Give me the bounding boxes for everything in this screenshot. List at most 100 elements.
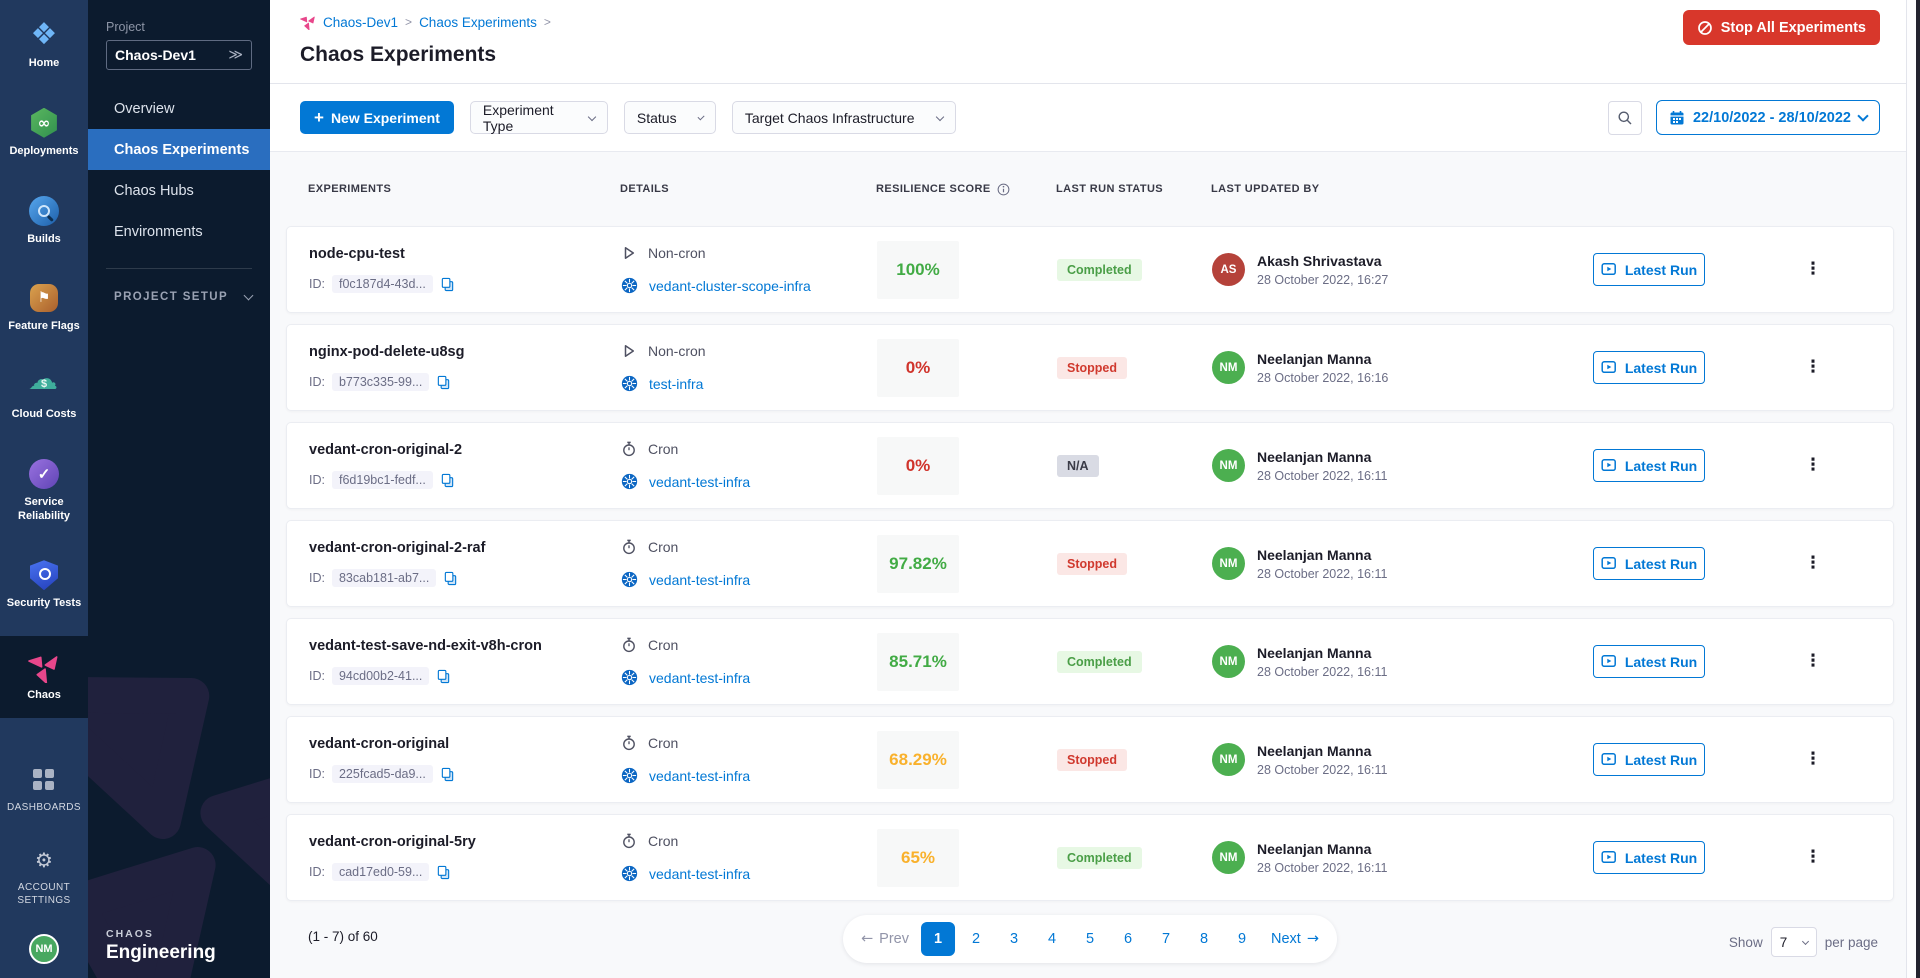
- id-label: ID:: [309, 473, 325, 487]
- infrastructure-link[interactable]: vedant-cluster-scope-infra: [649, 278, 811, 294]
- infrastructure-link[interactable]: vedant-test-infra: [649, 866, 750, 882]
- experiment-row[interactable]: vedant-test-save-nd-exit-v8h-cron ID: 94…: [286, 618, 1894, 705]
- project-setup-toggle[interactable]: PROJECT SETUP: [88, 291, 270, 303]
- module-dashboards[interactable]: DASHBOARDS: [0, 753, 88, 826]
- page-button-8[interactable]: 8: [1187, 922, 1221, 956]
- copy-id-button[interactable]: [436, 865, 451, 880]
- page-button-2[interactable]: 2: [959, 922, 993, 956]
- module-deployments[interactable]: ∞ Deployments: [0, 96, 88, 170]
- page-size-select[interactable]: 7: [1771, 927, 1817, 957]
- next-page-button[interactable]: Next →: [1263, 922, 1327, 956]
- module-account-settings[interactable]: ⚙ ACCOUNT SETTINGS: [0, 833, 88, 918]
- experiment-id-row: ID: 225fcad5-da9...: [309, 765, 621, 783]
- copy-id-button[interactable]: [440, 277, 455, 292]
- kebab-menu-icon[interactable]: ⋮: [1795, 257, 1832, 282]
- search-button[interactable]: [1608, 101, 1642, 135]
- infrastructure-link[interactable]: test-infra: [649, 376, 703, 392]
- score-cell: 0%: [877, 339, 1057, 397]
- page-button-1[interactable]: 1: [921, 922, 955, 956]
- id-label: ID:: [309, 669, 325, 683]
- page-button-4[interactable]: 4: [1035, 922, 1069, 956]
- page-button-6[interactable]: 6: [1111, 922, 1145, 956]
- nav-item-chaos-hubs[interactable]: Chaos Hubs: [88, 170, 270, 211]
- user-info: Neelanjan Manna 28 October 2022, 16:11: [1257, 449, 1387, 483]
- infrastructure-link[interactable]: vedant-test-infra: [649, 670, 750, 686]
- info-icon[interactable]: [997, 183, 1010, 196]
- prev-label: Prev: [879, 931, 909, 947]
- experiment-row[interactable]: vedant-cron-original ID: 225fcad5-da9...: [286, 716, 1894, 803]
- page-button-9[interactable]: 9: [1225, 922, 1259, 956]
- experiment-row[interactable]: vedant-cron-original-2 ID: f6d19bc1-fedf…: [286, 422, 1894, 509]
- kebab-menu-icon[interactable]: ⋮: [1795, 649, 1832, 674]
- scrollbar-track[interactable]: [1906, 0, 1920, 978]
- copy-id-button[interactable]: [440, 473, 455, 488]
- details-cell: Cron vedant-test-infra: [621, 637, 877, 686]
- user-info: Neelanjan Manna 28 October 2022, 16:11: [1257, 645, 1387, 679]
- kebab-menu-icon[interactable]: ⋮: [1795, 355, 1832, 380]
- dashboards-icon: [33, 769, 55, 791]
- copy-icon: [436, 865, 451, 880]
- new-experiment-button[interactable]: + New Experiment: [300, 101, 454, 134]
- prev-page-button[interactable]: ← Prev: [853, 922, 917, 956]
- stop-icon: [1697, 20, 1713, 36]
- target-infrastructure-filter[interactable]: Target Chaos Infrastructure: [732, 101, 956, 134]
- latest-run-button[interactable]: Latest Run: [1593, 743, 1705, 776]
- breadcrumb-project-link[interactable]: Chaos-Dev1: [323, 15, 398, 30]
- module-feature-flags[interactable]: ⚑ Feature Flags: [0, 271, 88, 345]
- latest-run-button[interactable]: Latest Run: [1593, 253, 1705, 286]
- project-selector[interactable]: Chaos-Dev1 ≫: [106, 40, 252, 70]
- infrastructure-link[interactable]: vedant-test-infra: [649, 572, 750, 588]
- page-buttons: 123456789: [921, 922, 1259, 956]
- infrastructure-link[interactable]: vedant-test-infra: [649, 474, 750, 490]
- copy-id-button[interactable]: [443, 571, 458, 586]
- stop-all-experiments-button[interactable]: Stop All Experiments: [1683, 10, 1880, 45]
- kebab-menu-icon[interactable]: ⋮: [1795, 747, 1832, 772]
- nav-item-label: Environments: [114, 224, 203, 240]
- breadcrumb-experiments-link[interactable]: Chaos Experiments: [419, 15, 537, 30]
- latest-run-button[interactable]: Latest Run: [1593, 547, 1705, 580]
- copy-id-button[interactable]: [440, 767, 455, 782]
- experiment-id-row: ID: 94cd00b2-41...: [309, 667, 621, 685]
- infrastructure-link[interactable]: vedant-test-infra: [649, 768, 750, 784]
- experiment-type-filter[interactable]: Experiment Type: [470, 101, 608, 134]
- copy-id-button[interactable]: [436, 375, 451, 390]
- kebab-menu-icon[interactable]: ⋮: [1795, 453, 1832, 478]
- breadcrumb: Chaos-Dev1 > Chaos Experiments >: [300, 14, 1878, 30]
- page-header: Chaos-Dev1 > Chaos Experiments > Chaos E…: [270, 0, 1906, 84]
- module-cloud-costs[interactable]: ☁$ Cloud Costs: [0, 359, 88, 433]
- nav-item-overview[interactable]: Overview: [88, 88, 270, 129]
- module-chaos[interactable]: Chaos: [0, 636, 88, 718]
- expand-projects-icon[interactable]: ≫: [228, 47, 243, 63]
- kebab-menu-icon[interactable]: ⋮: [1795, 551, 1832, 576]
- date-range-picker[interactable]: 22/10/2022 - 28/10/2022: [1656, 100, 1880, 135]
- latest-run-button[interactable]: Latest Run: [1593, 351, 1705, 384]
- experiment-row[interactable]: vedant-cron-original-5ry ID: cad17ed0-59…: [286, 814, 1894, 901]
- user-name: Neelanjan Manna: [1257, 743, 1387, 759]
- experiment-id-row: ID: 83cab181-ab7...: [309, 569, 621, 587]
- module-builds[interactable]: Builds: [0, 184, 88, 258]
- latest-run-button[interactable]: Latest Run: [1593, 841, 1705, 874]
- module-service-reliability[interactable]: ✓ Service Reliability: [0, 447, 88, 535]
- page-button-3[interactable]: 3: [997, 922, 1031, 956]
- page-button-7[interactable]: 7: [1149, 922, 1183, 956]
- experiment-row[interactable]: node-cpu-test ID: f0c187d4-43d...: [286, 226, 1894, 313]
- copy-id-button[interactable]: [436, 669, 451, 684]
- schedule-type: Cron: [648, 833, 678, 849]
- builds-icon: [29, 196, 59, 226]
- non-cron-play-icon: [621, 343, 637, 359]
- module-home[interactable]: ❖ Home: [0, 8, 88, 82]
- scrollbar-thumb[interactable]: [1916, 0, 1920, 978]
- module-security-tests[interactable]: Security Tests: [0, 548, 88, 622]
- experiment-row[interactable]: nginx-pod-delete-u8sg ID: b773c335-99...: [286, 324, 1894, 411]
- experiment-row[interactable]: vedant-cron-original-2-raf ID: 83cab181-…: [286, 520, 1894, 607]
- resilience-score: 97.82%: [877, 535, 959, 593]
- user-avatar[interactable]: NM: [29, 934, 59, 964]
- page-button-5[interactable]: 5: [1073, 922, 1107, 956]
- latest-run-button[interactable]: Latest Run: [1593, 449, 1705, 482]
- kebab-menu-icon[interactable]: ⋮: [1795, 845, 1832, 870]
- latest-run-button[interactable]: Latest Run: [1593, 645, 1705, 678]
- module-label: ACCOUNT SETTINGS: [12, 882, 76, 907]
- status-filter[interactable]: Status: [624, 101, 716, 134]
- nav-item-chaos-experiments[interactable]: Chaos Experiments: [88, 129, 270, 170]
- nav-item-environments[interactable]: Environments: [88, 211, 270, 252]
